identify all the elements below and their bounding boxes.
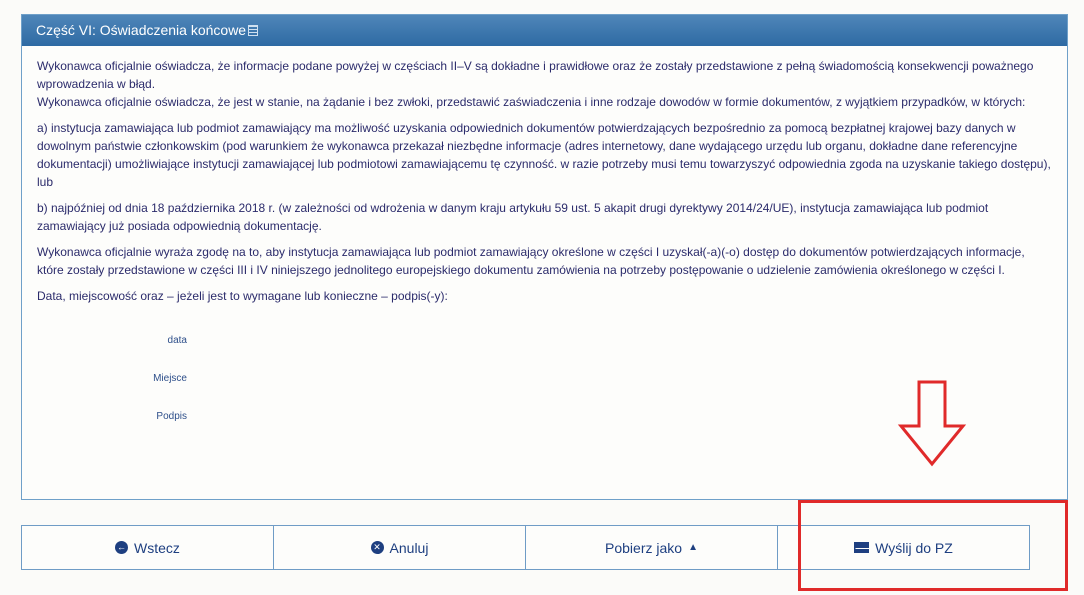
statement-documents: Wykonawca oficjalnie oświadcza, że jest … [37,95,1026,109]
close-circle-icon: ✕ [370,541,384,554]
cancel-button[interactable]: ✕ Anuluj [274,526,526,569]
down-arrow-annotation [897,380,967,467]
place-field-label: Miejsce [153,373,187,384]
date-field-label: data [167,335,187,346]
caret-up-icon: ▲ [688,542,698,553]
statement-point-a: a) instytucja zamawiająca lub podmiot za… [37,121,1051,189]
send-button-highlight-annotation [798,500,1068,591]
cancel-button-label: Anuluj [389,539,429,556]
info-icon[interactable] [248,25,259,36]
statement-date-place: Data, miejscowość oraz – jeżeli jest to … [37,289,448,303]
arrow-left-circle-icon: ← [115,541,129,554]
statement-consent: Wykonawca oficjalnie wyraża zgodę na to,… [37,245,1025,277]
download-as-button[interactable]: Pobierz jako ▲ [526,526,778,569]
panel-header: Część VI: Oświadczenia końcowe [22,15,1067,46]
back-button-label: Wstecz [134,539,180,556]
download-as-button-label: Pobierz jako [605,539,683,556]
section-title: Część VI: Oświadczenia końcowe [36,22,247,38]
statement-accuracy: Wykonawca oficjalnie oświadcza, że infor… [37,59,1034,91]
back-button[interactable]: ← Wstecz [22,526,274,569]
signature-field-label: Podpis [156,411,187,422]
statement-point-b: b) najpóźniej od dnia 18 października 20… [37,201,989,233]
